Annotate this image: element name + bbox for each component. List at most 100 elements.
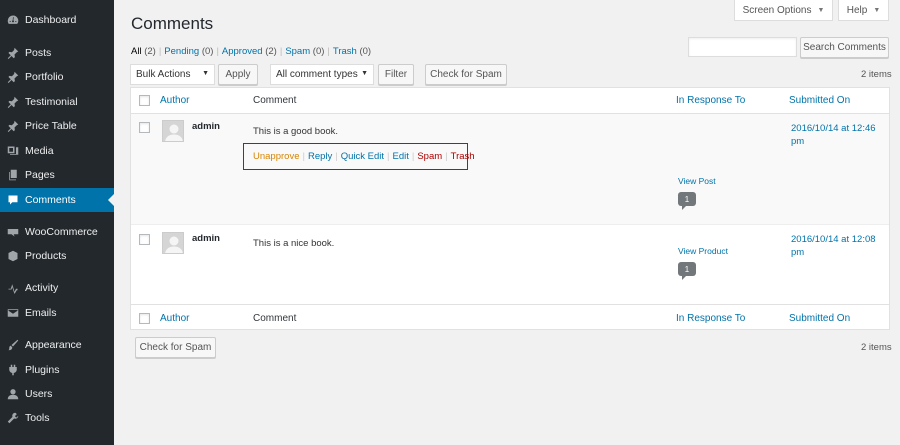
comment-type-value: All comment types	[276, 69, 358, 80]
filter-trash-count: (0)	[359, 46, 372, 57]
items-count-bottom: 2 items	[861, 342, 892, 353]
status-filters: All (2) | Pending (0) | Approved (2) | Spam (0…	[131, 46, 371, 57]
help-label: Help	[846, 4, 868, 16]
apply-button[interactable]: Apply	[218, 64, 258, 85]
filter-pending-label: Pending	[164, 46, 200, 57]
filter-all[interactable]: All (2)	[131, 46, 156, 57]
filter-all-label: All	[131, 46, 142, 57]
comment-text: This is a good book.	[253, 126, 339, 137]
sidebar-item-label: Appearance	[25, 339, 82, 351]
comment-author[interactable]: admin	[192, 121, 220, 132]
sidebar-item-label: Pages	[25, 169, 55, 181]
submitted-date: 2016/10/14 at 12:08	[791, 234, 876, 245]
sidebar-item-dashboard[interactable]: Dashboard	[0, 8, 114, 32]
sidebar-item-woocommerce[interactable]: WooCommerce	[0, 220, 114, 244]
pin-icon	[6, 95, 20, 109]
brush-icon	[6, 338, 20, 352]
comment-count-bubble[interactable]: 1	[678, 192, 696, 210]
caret-down-icon: ▼	[817, 6, 825, 14]
sidebar-item-label: Tools	[25, 412, 50, 424]
sidebar-item-label: WooCommerce	[25, 226, 98, 238]
filter-approved-label: Approved	[221, 46, 263, 57]
check-spam-button-top[interactable]: Check for Spam	[425, 64, 507, 85]
sidebar-item-emails[interactable]: Emails	[0, 301, 114, 325]
sidebar-item-appearance[interactable]: Appearance	[0, 333, 114, 357]
sidebar-item-label: Plugins	[25, 364, 60, 376]
filter-spam[interactable]: Spam (0)	[285, 46, 324, 57]
items-count-top: 2 items	[861, 69, 892, 80]
sidebar-item-products[interactable]: Products	[0, 244, 114, 268]
submitted-time: pm	[791, 136, 805, 147]
action-separator: |	[445, 151, 448, 162]
filter-approved[interactable]: Approved (2)	[222, 46, 277, 57]
unapprove-link[interactable]: Unapprove	[253, 151, 299, 162]
help-tab[interactable]: Help ▼	[838, 0, 889, 21]
email-icon	[6, 306, 20, 320]
spam-link[interactable]: Spam	[417, 151, 442, 162]
filter-approved-count: (2)	[265, 46, 277, 57]
sidebar-item-pages[interactable]: Pages	[0, 163, 114, 187]
product-icon	[6, 249, 20, 263]
dropdown-arrow-icon: ▼	[202, 70, 209, 77]
action-separator: |	[411, 151, 415, 162]
action-separator: |	[387, 151, 390, 162]
column-comment: Comment	[253, 313, 297, 324]
column-author[interactable]: Author	[160, 95, 189, 106]
sidebar-item-tools[interactable]: Tools	[0, 406, 114, 430]
filter-pending[interactable]: Pending (0)	[164, 46, 213, 57]
sidebar-item-label: Media	[25, 145, 54, 157]
table-row: admin This is a good book. Unapprove | R…	[131, 114, 889, 225]
sidebar-item-portfolio[interactable]: Portfolio	[0, 65, 114, 89]
column-submitted-on[interactable]: Submitted On	[789, 95, 850, 106]
media-icon	[6, 144, 20, 158]
comment-author[interactable]: admin	[192, 233, 220, 244]
pin-icon	[6, 119, 20, 133]
bulk-actions-value: Bulk Actions	[136, 69, 191, 80]
sidebar-item-plugins[interactable]: Plugins	[0, 358, 114, 382]
trash-link[interactable]: Trash	[451, 151, 475, 162]
sidebar-item-price-table[interactable]: Price Table	[0, 114, 114, 138]
column-in-response-to[interactable]: In Response To	[676, 313, 745, 324]
search-comments-button[interactable]: Search Comments	[800, 37, 889, 58]
sidebar-item-activity[interactable]: Activity	[0, 276, 114, 300]
submitted-on-link[interactable]: 2016/10/14 at 12:08 pm	[791, 233, 886, 259]
select-all-checkbox[interactable]	[139, 95, 150, 106]
comment-text: This is a nice book.	[253, 238, 335, 249]
screen-options-label: Screen Options	[742, 4, 812, 16]
filter-trash-label: Trash	[332, 46, 357, 57]
column-author[interactable]: Author	[160, 313, 189, 324]
submitted-on-link[interactable]: 2016/10/14 at 12:46 pm	[791, 122, 886, 148]
comment-count-bubble[interactable]: 1	[678, 262, 696, 280]
dropdown-arrow-icon: ▼	[361, 70, 368, 77]
sidebar-item-comments[interactable]: Comments	[0, 188, 114, 212]
filter-button[interactable]: Filter	[378, 64, 414, 85]
filter-trash[interactable]: Trash (0)	[333, 46, 371, 57]
sidebar-item-users[interactable]: Users	[0, 382, 114, 406]
filter-spam-label: Spam	[285, 46, 311, 57]
dashboard-icon	[6, 13, 20, 27]
reply-link[interactable]: Reply	[308, 151, 332, 162]
row-checkbox[interactable]	[139, 122, 150, 133]
table-footer: Author Comment In Response To Submitted …	[131, 304, 889, 330]
table-row: admin This is a nice book. View Product …	[131, 225, 889, 304]
sidebar-item-testimonial[interactable]: Testimonial	[0, 90, 114, 114]
quick-edit-link[interactable]: Quick Edit	[341, 151, 384, 162]
row-checkbox[interactable]	[139, 234, 150, 245]
comment-type-select[interactable]: All comment types ▼	[270, 64, 374, 85]
search-input[interactable]	[688, 37, 797, 57]
select-all-checkbox[interactable]	[139, 313, 150, 324]
sidebar-item-posts[interactable]: Posts	[0, 41, 114, 65]
edit-link[interactable]: Edit	[392, 151, 408, 162]
view-post-link[interactable]: View Post	[678, 176, 716, 186]
screen-options-tab[interactable]: Screen Options ▼	[734, 0, 833, 21]
sidebar-item-label: Products	[25, 250, 67, 262]
column-in-response-to[interactable]: In Response To	[676, 95, 745, 106]
column-submitted-on[interactable]: Submitted On	[789, 313, 850, 324]
check-spam-button-bottom[interactable]: Check for Spam	[135, 337, 216, 358]
sidebar-item-media[interactable]: Media	[0, 139, 114, 163]
column-comment: Comment	[253, 95, 297, 106]
view-product-link[interactable]: View Product	[678, 246, 728, 256]
comments-table: Author Comment In Response To Submitted …	[130, 87, 890, 330]
bulk-actions-select[interactable]: Bulk Actions ▼	[130, 64, 215, 85]
activity-icon	[6, 281, 20, 295]
